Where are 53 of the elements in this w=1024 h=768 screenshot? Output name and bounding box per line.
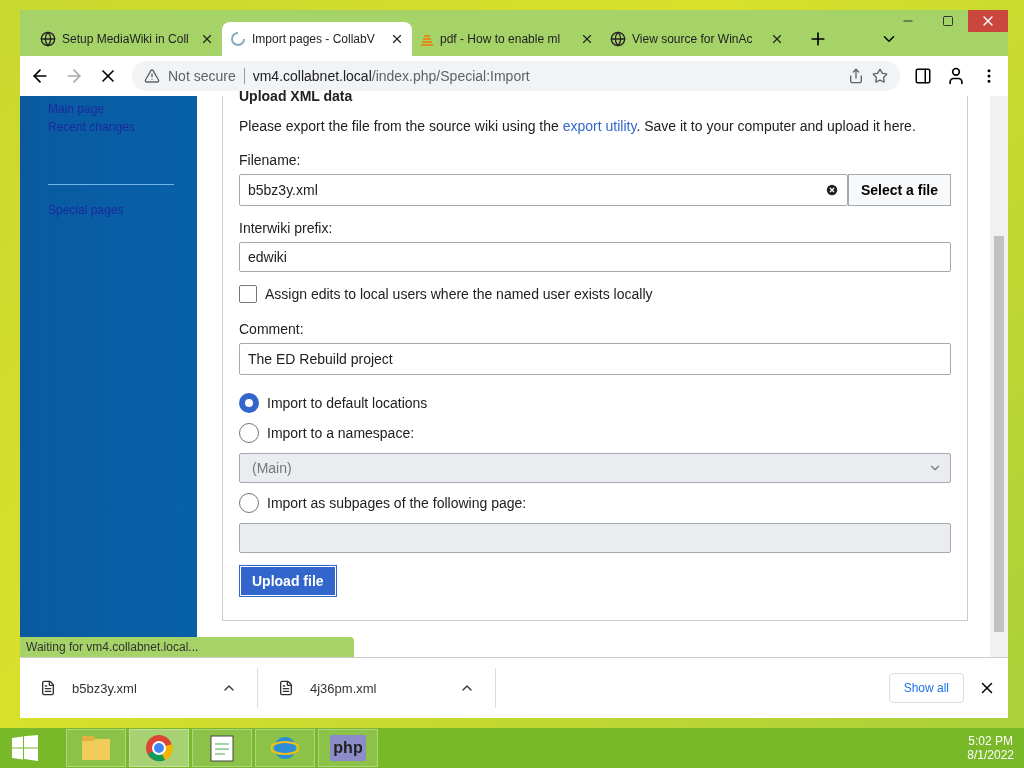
star-icon[interactable]: [872, 68, 888, 84]
warning-icon[interactable]: [144, 68, 160, 84]
start-icon[interactable]: [12, 735, 38, 761]
globe-icon: [271, 734, 299, 762]
radio-label: Import to default locations: [267, 395, 428, 411]
clock: 5:02 PM 8/1/2022: [967, 734, 1014, 762]
field-label: Comment:: [239, 321, 305, 337]
side-panel-icon[interactable]: [914, 67, 932, 85]
radio-button[interactable]: [239, 393, 259, 413]
security-label: Not secure: [168, 68, 236, 84]
scrollbar[interactable]: [990, 96, 1008, 657]
taskbar-button[interactable]: php: [318, 729, 378, 767]
taskbar-button[interactable]: [192, 729, 252, 767]
globe-icon: [610, 31, 626, 47]
checkbox[interactable]: [239, 285, 257, 303]
close-icon[interactable]: [390, 32, 404, 46]
comment-field[interactable]: The ED Rebuild project: [239, 343, 951, 375]
taskbar-button[interactable]: [129, 729, 189, 767]
checkbox-label: Assign edits to local users where the named user exists locally: [265, 286, 653, 302]
browser-tab[interactable]: Setup MediaWiki in Coll: [32, 22, 222, 56]
upload-file-button[interactable]: Upload file: [239, 565, 337, 597]
file-icon: [40, 680, 56, 696]
browser-tab[interactable]: pdf - How to enable ml: [412, 22, 602, 56]
profile-icon[interactable]: [946, 66, 966, 86]
loading-icon: [230, 31, 246, 47]
app-label: php: [330, 735, 366, 761]
select-file-button[interactable]: Select a file: [847, 174, 951, 206]
file-icon: [278, 680, 294, 696]
address-bar[interactable]: Not secure vm4.collabnet.local/index.php/Special:Import: [132, 61, 900, 91]
notepad-icon: [210, 734, 234, 762]
field-label: Filename:: [239, 152, 302, 168]
close-icon[interactable]: [200, 32, 214, 46]
folder-icon: [81, 735, 111, 761]
radio-label: Import as subpages of the following page:: [267, 495, 527, 511]
globe-icon: [40, 31, 56, 47]
close-icon[interactable]: [770, 32, 784, 46]
url-text: vm4.collabnet.local/index.php/Special:Import: [252, 68, 530, 84]
download-item[interactable]: 4j36pm.xml: [258, 668, 496, 708]
close-icon[interactable]: [580, 32, 594, 46]
radio-label: Import to a namespace:: [267, 425, 415, 441]
status-bubble: Waiting for vm4.collabnet.local...: [20, 637, 354, 657]
clear-icon[interactable]: [824, 183, 839, 197]
file-field[interactable]: b5bz3y.xml: [239, 174, 848, 206]
intro-text: Please export the file from the source wiki using the export utility. Save it to your computer and upload it here.: [239, 118, 917, 134]
field-label: Interwiki prefix:: [239, 220, 334, 236]
interwiki-field[interactable]: edwiki: [239, 242, 951, 272]
download-item[interactable]: b5bz3y.xml: [20, 668, 258, 708]
share-icon[interactable]: [848, 68, 864, 84]
show-all-button[interactable]: Show all: [888, 673, 964, 703]
browser-tab[interactable]: Import pages - CollabV: [222, 22, 412, 56]
browser-icon: [145, 734, 173, 762]
section-heading: Upload XML data: [239, 88, 354, 104]
browser-tab[interactable]: View source for WinAc: [602, 22, 792, 56]
